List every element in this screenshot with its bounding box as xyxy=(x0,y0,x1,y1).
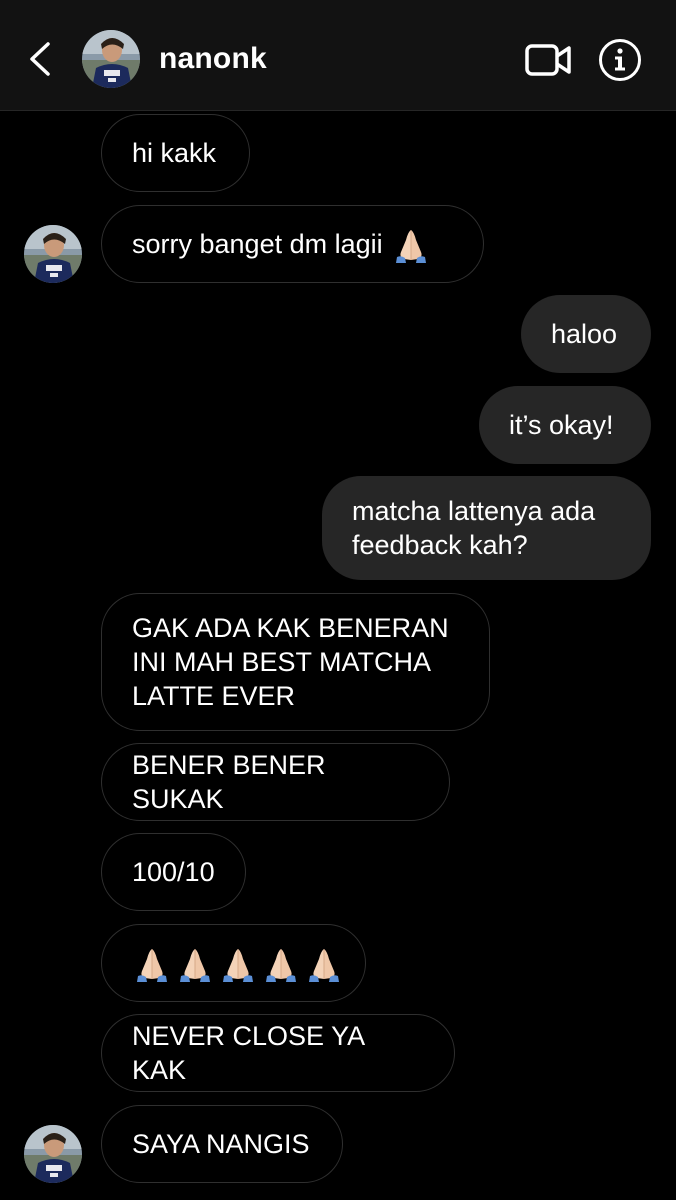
message-text: matcha lattenya ada feedback kah? xyxy=(352,496,596,560)
message-text: sorry banget dm lagii xyxy=(132,229,383,259)
message-bubble-sent[interactable]: it’s okay! xyxy=(479,386,651,464)
message-text: BENER BENER SUKAK xyxy=(132,750,326,814)
message-bubble-sent[interactable]: matcha lattenya ada feedback kah? xyxy=(322,476,651,580)
message-bubble-received[interactable]: SAYA NANGIS xyxy=(101,1105,343,1183)
message-bubble-received[interactable]: BENER BENER SUKAK xyxy=(101,743,450,821)
message-text: NEVER CLOSE YA KAK xyxy=(132,1021,364,1085)
folded-hands-icon xyxy=(218,943,258,983)
message-text: haloo xyxy=(551,319,618,349)
sender-avatar[interactable] xyxy=(24,1125,82,1183)
info-icon[interactable] xyxy=(598,38,642,82)
message-bubble-received[interactable] xyxy=(101,924,366,1002)
message-bubble-received[interactable]: hi kakk xyxy=(101,114,250,192)
message-text: GAK ADA KAK BENERAN INI MAH BEST MATCHA … xyxy=(132,613,449,711)
sender-avatar[interactable] xyxy=(24,225,82,283)
message-bubble-received[interactable]: NEVER CLOSE YA KAK xyxy=(101,1014,455,1092)
message-bubble-sent[interactable]: haloo xyxy=(521,295,651,373)
folded-hands-icon xyxy=(175,943,215,983)
folded-hands-icon xyxy=(261,943,301,983)
emoji-row xyxy=(132,943,344,983)
folded-hands-icon xyxy=(132,943,172,983)
message-text: hi kakk xyxy=(132,138,217,168)
chat-username[interactable]: nanonk xyxy=(159,42,267,76)
video-call-icon[interactable] xyxy=(524,40,572,80)
folded-hands-icon xyxy=(304,943,344,983)
message-text: SAYA NANGIS xyxy=(132,1129,310,1159)
header-avatar[interactable] xyxy=(82,30,140,88)
message-text: 100/10 xyxy=(132,857,215,887)
message-bubble-received[interactable]: GAK ADA KAK BENERAN INI MAH BEST MATCHA … xyxy=(101,593,490,731)
back-chevron-icon[interactable] xyxy=(24,40,58,78)
message-bubble-received[interactable]: 100/10 xyxy=(101,833,246,911)
folded-hands-icon xyxy=(391,224,431,264)
message-bubble-received[interactable]: sorry banget dm lagii xyxy=(101,205,484,283)
chat-header: nanonk xyxy=(0,0,676,111)
message-text: it’s okay! xyxy=(509,410,614,440)
